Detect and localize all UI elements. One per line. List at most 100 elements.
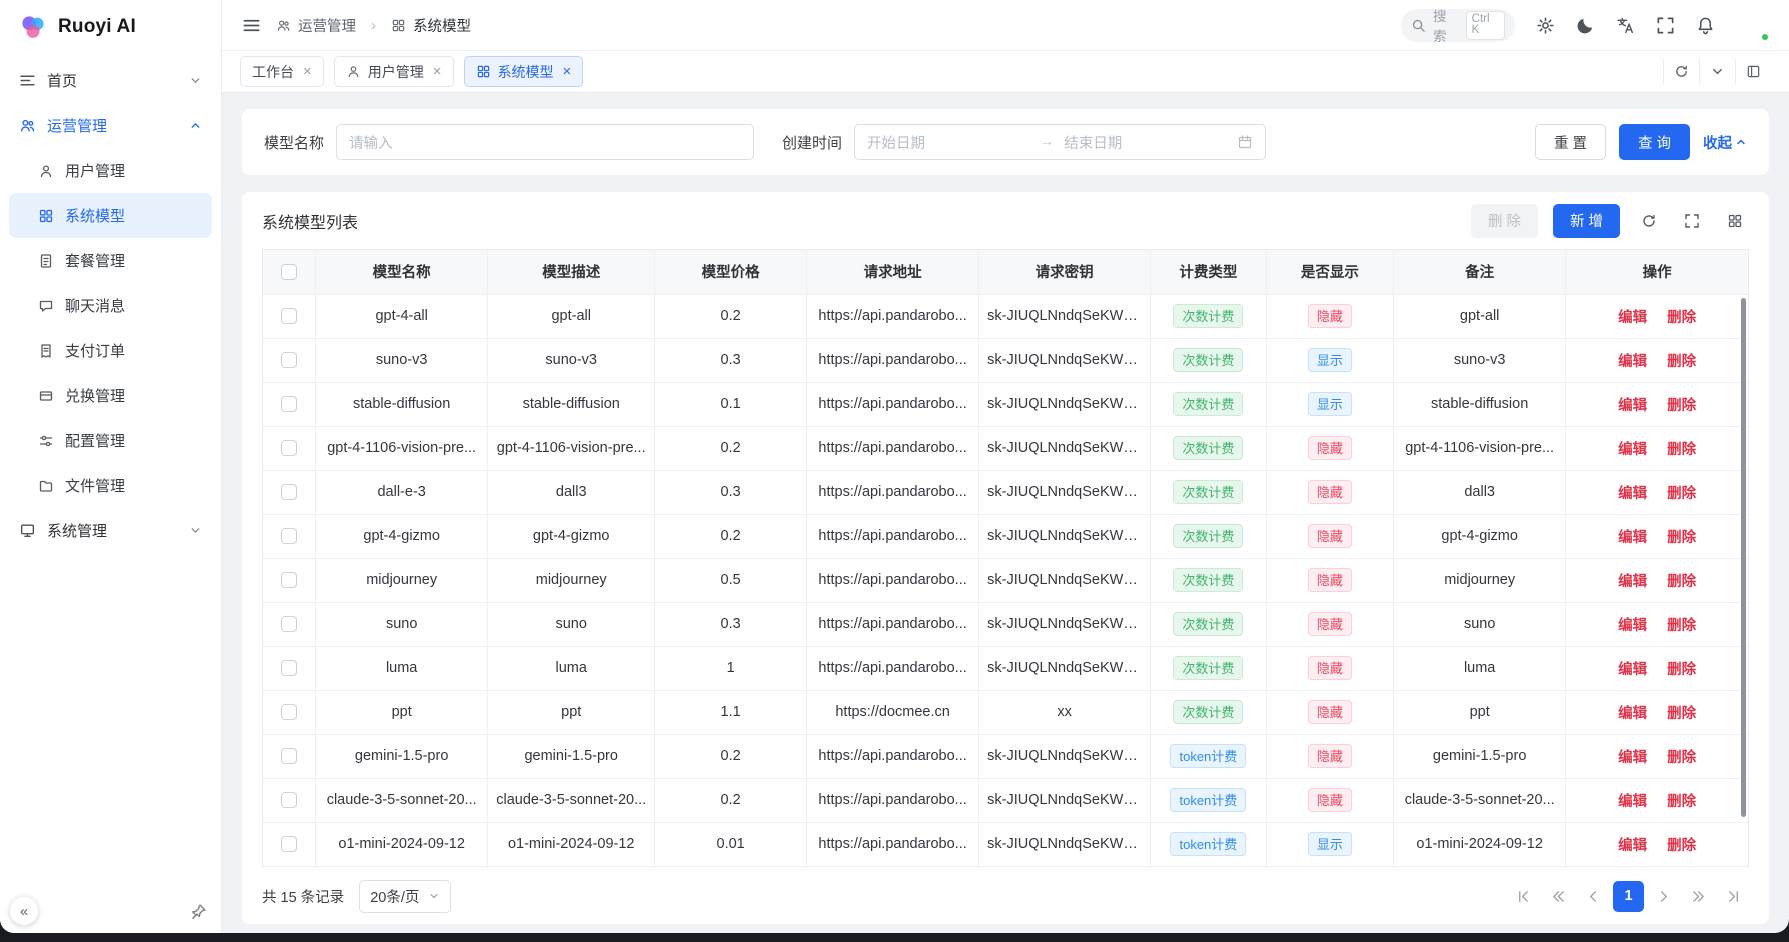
sidebar-subitem[interactable]: 配置管理 [9, 418, 212, 463]
sidebar-item-system[interactable]: 系统管理 [9, 508, 212, 553]
breadcrumb-current[interactable]: 系统模型 [391, 15, 471, 36]
menu-icon[interactable] [242, 16, 261, 35]
column-settings-icon[interactable] [1721, 207, 1749, 235]
row-checkbox[interactable] [281, 528, 297, 544]
row-checkbox[interactable] [281, 748, 297, 764]
edit-link[interactable]: 编辑 [1618, 618, 1647, 634]
sidebar-subitem[interactable]: 用户管理 [9, 148, 212, 193]
jump-back-icon[interactable] [1543, 881, 1574, 912]
expand-content-icon[interactable] [1735, 58, 1771, 85]
row-select-cell [263, 558, 316, 602]
fullscreen-icon[interactable] [1678, 207, 1706, 235]
fullscreen-icon[interactable] [1656, 16, 1675, 35]
sidebar-item-home[interactable]: 首页 [9, 58, 212, 103]
page-size-select[interactable]: 20条/页 [359, 880, 451, 913]
page-tab[interactable]: 系统模型 × [464, 56, 584, 87]
query-button[interactable]: 查 询 [1619, 124, 1690, 160]
actions-cell: 编辑 删除 [1566, 778, 1748, 822]
page-tab[interactable]: 工作台 × [240, 56, 324, 87]
refresh-icon[interactable] [1663, 58, 1699, 85]
collapse-filter-link[interactable]: 收起 [1703, 132, 1747, 153]
close-icon[interactable]: × [303, 64, 312, 79]
edit-link[interactable]: 编辑 [1618, 574, 1647, 590]
row-checkbox[interactable] [281, 836, 297, 852]
edit-link[interactable]: 编辑 [1618, 662, 1647, 678]
edit-link[interactable]: 编辑 [1618, 838, 1647, 854]
sidebar-item-operations[interactable]: 运营管理 [9, 103, 212, 148]
delete-link[interactable]: 删除 [1667, 706, 1696, 722]
model-price-cell: 0.3 [655, 470, 807, 514]
close-icon[interactable]: × [563, 64, 572, 79]
delete-link[interactable]: 删除 [1667, 662, 1696, 678]
sidebar-subitem[interactable]: 文件管理 [9, 463, 212, 508]
delete-link[interactable]: 删除 [1667, 310, 1696, 326]
row-checkbox[interactable] [281, 704, 297, 720]
delete-link[interactable]: 删除 [1667, 442, 1696, 458]
translate-icon[interactable] [1616, 16, 1635, 35]
last-page-icon[interactable] [1718, 881, 1749, 912]
app-title: Ruoyi AI [58, 16, 136, 38]
delete-link[interactable]: 删除 [1667, 618, 1696, 634]
sidebar-collapse-button[interactable]: « [10, 897, 38, 925]
dark-mode-moon-icon[interactable] [1576, 16, 1595, 35]
bell-icon[interactable] [1696, 16, 1715, 35]
edit-link[interactable]: 编辑 [1618, 530, 1647, 546]
row-checkbox[interactable] [281, 484, 297, 500]
row-checkbox[interactable] [281, 572, 297, 588]
edit-link[interactable]: 编辑 [1618, 486, 1647, 502]
sidebar-subitem[interactable]: 套餐管理 [9, 238, 212, 283]
sidebar-subitem[interactable]: 系统模型 [9, 193, 212, 238]
row-checkbox[interactable] [281, 352, 297, 368]
edit-link[interactable]: 编辑 [1618, 706, 1647, 722]
next-page-icon[interactable] [1648, 881, 1679, 912]
sidebar-subitem-label: 系统模型 [65, 205, 125, 226]
jump-forward-icon[interactable] [1683, 881, 1714, 912]
reset-button[interactable]: 重 置 [1535, 124, 1606, 160]
date-range-picker[interactable]: 开始日期 → 结束日期 [854, 124, 1266, 160]
pin-icon[interactable] [189, 903, 207, 921]
row-checkbox[interactable] [281, 440, 297, 456]
model-desc-cell [488, 866, 655, 868]
add-button[interactable]: 新 增 [1553, 204, 1620, 238]
sidebar-subitem[interactable]: 兑换管理 [9, 373, 212, 418]
sidebar-subitem[interactable]: 聊天消息 [9, 283, 212, 328]
actions-cell: 编辑 删除 [1566, 426, 1748, 470]
delete-link[interactable]: 删除 [1667, 794, 1696, 810]
delete-link[interactable]: 删除 [1667, 574, 1696, 590]
delete-link[interactable]: 删除 [1667, 750, 1696, 766]
sidebar-subitem[interactable]: 支付订单 [9, 328, 212, 373]
logo[interactable]: Ruoyi AI [0, 0, 221, 54]
model-name-input[interactable]: 请输入 [336, 124, 754, 160]
delete-link[interactable]: 删除 [1667, 486, 1696, 502]
edit-link[interactable]: 编辑 [1618, 354, 1647, 370]
vertical-scrollbar[interactable] [1741, 298, 1746, 817]
delete-button[interactable]: 删 除 [1471, 204, 1538, 238]
user-avatar[interactable] [1736, 9, 1769, 42]
edit-link[interactable]: 编辑 [1618, 398, 1647, 414]
row-checkbox[interactable] [281, 792, 297, 808]
breadcrumb-parent[interactable]: 运营管理 [276, 15, 356, 36]
edit-link[interactable]: 编辑 [1618, 750, 1647, 766]
select-all-checkbox[interactable] [281, 264, 297, 280]
delete-link[interactable]: 删除 [1667, 838, 1696, 854]
global-search[interactable]: 搜索 Ctrl K [1401, 9, 1515, 42]
row-checkbox[interactable] [281, 396, 297, 412]
row-checkbox[interactable] [281, 660, 297, 676]
select-all-cell [263, 250, 316, 294]
edit-link[interactable]: 编辑 [1618, 794, 1647, 810]
edit-link[interactable]: 编辑 [1618, 310, 1647, 326]
delete-link[interactable]: 删除 [1667, 530, 1696, 546]
row-checkbox[interactable] [281, 308, 297, 324]
delete-link[interactable]: 删除 [1667, 398, 1696, 414]
page-tab[interactable]: 用户管理 × [334, 56, 454, 87]
edit-link[interactable]: 编辑 [1618, 442, 1647, 458]
prev-page-icon[interactable] [1578, 881, 1609, 912]
first-page-icon[interactable] [1508, 881, 1539, 912]
refresh-icon[interactable] [1635, 207, 1663, 235]
current-page-button[interactable]: 1 [1613, 881, 1644, 912]
gear-icon[interactable] [1536, 16, 1555, 35]
chevron-down-icon[interactable] [1699, 58, 1735, 85]
row-checkbox[interactable] [281, 616, 297, 632]
delete-link[interactable]: 删除 [1667, 354, 1696, 370]
close-icon[interactable]: × [433, 64, 442, 79]
